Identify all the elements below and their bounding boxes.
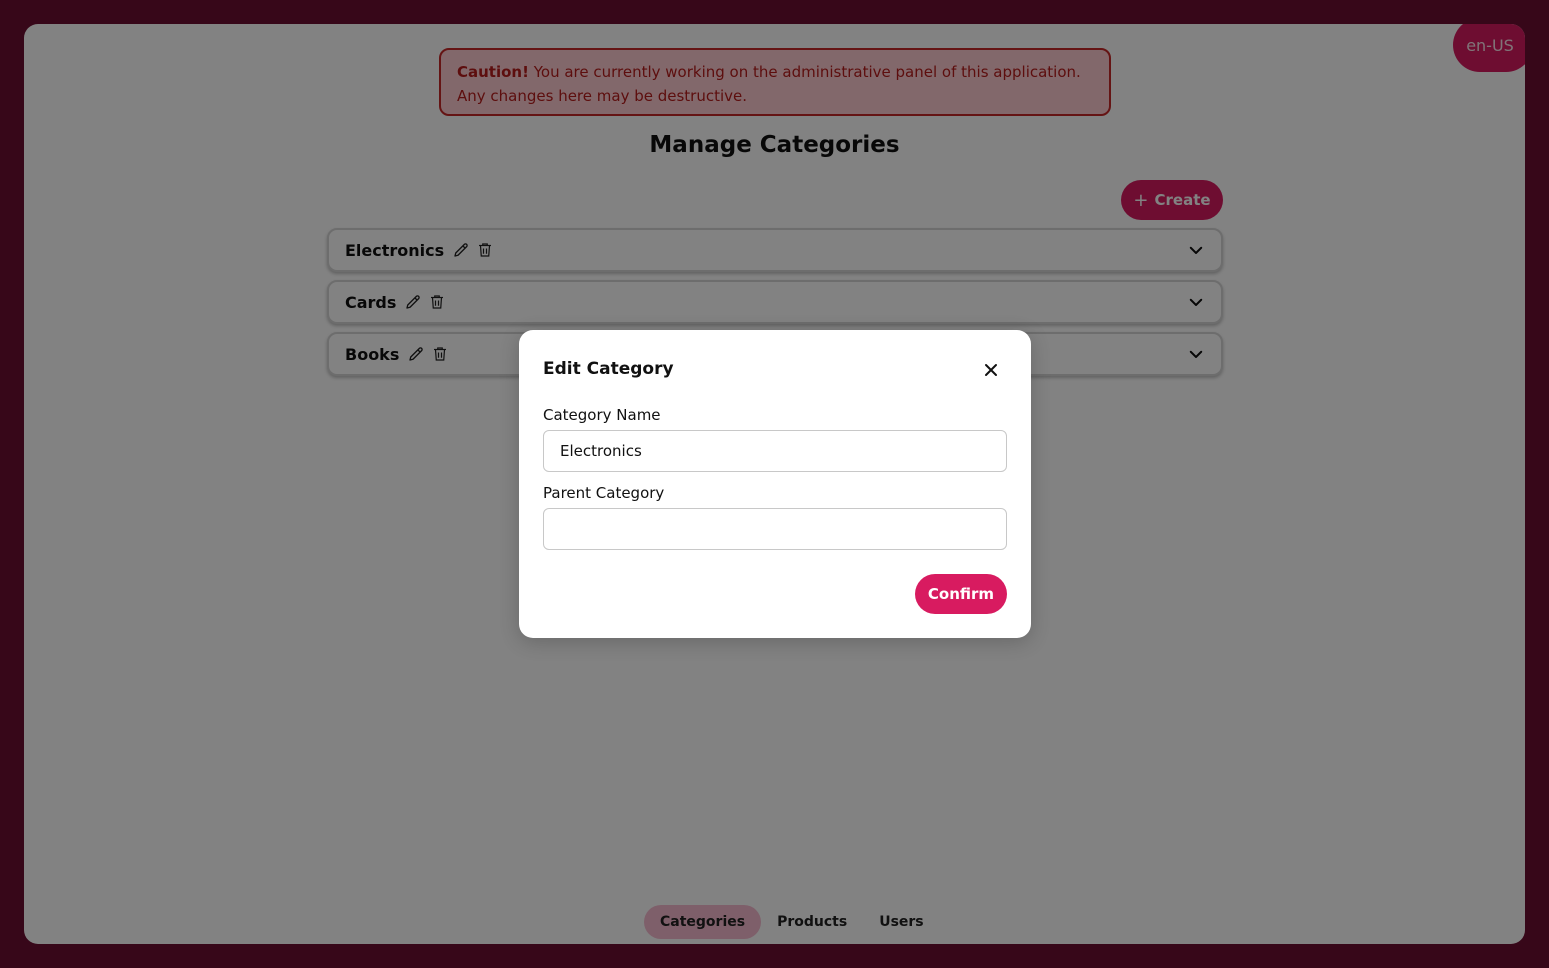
close-icon[interactable] — [981, 360, 1001, 380]
category-name-input[interactable] — [543, 430, 1007, 472]
parent-category-label: Parent Category — [543, 484, 665, 502]
category-name-label: Category Name — [543, 406, 661, 424]
dialog-title: Edit Category — [543, 359, 674, 379]
edit-category-dialog: Edit Category Category Name Parent Categ… — [519, 330, 1031, 638]
parent-category-input[interactable] — [543, 508, 1007, 550]
confirm-button[interactable]: Confirm — [915, 574, 1007, 614]
